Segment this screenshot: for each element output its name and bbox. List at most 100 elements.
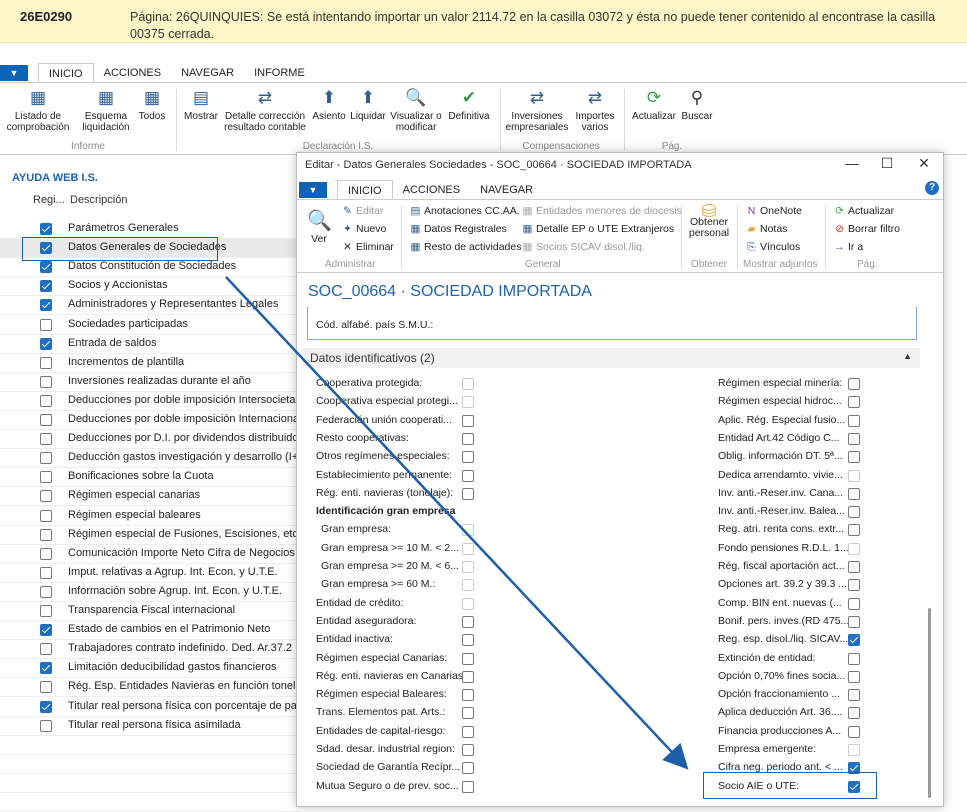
- row-checkbox[interactable]: [40, 299, 52, 312]
- field-checkbox[interactable]: [848, 615, 860, 628]
- field-checkbox[interactable]: [462, 451, 474, 464]
- row-checkbox[interactable]: [40, 662, 52, 675]
- mostrar-button[interactable]: ▤ Mostrar: [182, 87, 220, 122]
- list-item[interactable]: Deducciones por D.I. por dividendos dist…: [0, 430, 304, 450]
- field-checkbox[interactable]: [848, 378, 860, 390]
- editar-button[interactable]: ✎ Editar: [341, 205, 383, 217]
- field-checkbox[interactable]: [848, 487, 860, 500]
- list-item[interactable]: Bonificaciones sobre la Cuota: [0, 468, 300, 488]
- scrollbar-thumb[interactable]: [928, 608, 931, 798]
- row-checkbox[interactable]: [40, 585, 52, 598]
- row-checkbox[interactable]: [40, 681, 52, 694]
- ver-button[interactable]: 🔍 Ver: [307, 208, 332, 245]
- list-item[interactable]: Rég. Esp. Entidades Navieras en función …: [0, 678, 310, 698]
- field-checkbox[interactable]: [848, 432, 860, 445]
- anotaciones-button[interactable]: ▤ Anotaciones CC.AA.: [409, 205, 520, 217]
- minimize-icon[interactable]: —: [842, 155, 862, 171]
- vinculos-button[interactable]: ⎘ Vínculos: [745, 241, 800, 254]
- maximize-icon[interactable]: ☐: [877, 155, 897, 172]
- field-checkbox[interactable]: [462, 579, 474, 592]
- row-checkbox[interactable]: [40, 223, 52, 235]
- datos-registrales-button[interactable]: ▦ Datos Registrales: [409, 223, 507, 235]
- row-checkbox[interactable]: [40, 490, 52, 503]
- col-header-reg[interactable]: Regi...: [33, 194, 65, 206]
- field-checkbox[interactable]: [848, 597, 860, 610]
- field-checkbox[interactable]: [848, 506, 860, 519]
- list-item[interactable]: Trabajadores contrato indefinido. Ded. A…: [0, 640, 312, 660]
- field-checkbox[interactable]: [848, 707, 860, 720]
- borrar-filtro-button[interactable]: ⊘ Borrar filtro: [833, 223, 900, 235]
- row-checkbox[interactable]: [40, 394, 52, 407]
- field-checkbox[interactable]: [462, 487, 474, 500]
- row-checkbox[interactable]: [40, 700, 52, 713]
- section-datos-identificativos[interactable]: Datos identificativos (2) ▲: [302, 348, 920, 368]
- field-checkbox[interactable]: [462, 762, 474, 775]
- notas-button[interactable]: ▰ Notas: [745, 223, 787, 235]
- row-checkbox[interactable]: [40, 528, 52, 541]
- row-checkbox[interactable]: [40, 605, 52, 617]
- dialog-tab-inicio[interactable]: INICIO: [337, 180, 393, 200]
- list-item[interactable]: Limitación deducibilidad gastos financie…: [0, 659, 300, 679]
- collapse-caret-icon[interactable]: ▲: [903, 351, 912, 361]
- row-checkbox[interactable]: [40, 337, 52, 350]
- list-item[interactable]: Datos Constitución de Sociedades: [0, 258, 300, 278]
- field-checkbox[interactable]: [848, 396, 860, 409]
- list-item[interactable]: Deducción gastos investigación y desarro…: [0, 449, 310, 469]
- row-checkbox[interactable]: [40, 624, 52, 637]
- asiento-button[interactable]: ⬆ Asiento: [310, 87, 348, 122]
- row-checkbox[interactable]: [40, 643, 52, 656]
- detalle-correccion-button[interactable]: ⇄ Detalle corrección resultado contable: [222, 87, 308, 133]
- field-checkbox[interactable]: [462, 615, 474, 628]
- resto-actividades-button[interactable]: ▦ Resto de actividades: [409, 241, 522, 253]
- list-item[interactable]: Imput. relativas a Agrup. Int. Econ. y U…: [0, 564, 300, 583]
- field-checkbox[interactable]: [848, 744, 860, 756]
- detalle-ep-button[interactable]: ▦ Detalle EP o UTE Extranjeros: [521, 223, 675, 235]
- field-checkbox[interactable]: [462, 670, 474, 683]
- close-icon[interactable]: ✕: [914, 155, 934, 172]
- dialog-tab-navegar[interactable]: NAVEGAR: [470, 180, 543, 200]
- list-item[interactable]: Titular real persona física con porcenta…: [0, 698, 320, 717]
- field-checkbox[interactable]: [848, 689, 860, 702]
- listado-comprobacion-button[interactable]: ▦ Listado de comprobación: [6, 87, 70, 133]
- list-item[interactable]: Información sobre Agrup. Int. Econ. y U.…: [0, 583, 300, 602]
- list-item[interactable]: Administradores y Representantes Legales: [0, 296, 300, 316]
- row-checkbox[interactable]: [40, 471, 52, 484]
- field-checkbox[interactable]: [848, 542, 860, 555]
- row-checkbox[interactable]: [40, 414, 52, 426]
- field-checkbox[interactable]: [848, 469, 860, 482]
- row-checkbox[interactable]: [40, 452, 52, 465]
- list-item[interactable]: Entrada de saldos: [0, 335, 300, 354]
- list-item[interactable]: Transparencia Fiscal internacional: [0, 602, 300, 621]
- row-checkbox[interactable]: [40, 375, 52, 388]
- field-checkbox[interactable]: [462, 561, 474, 573]
- row-checkbox[interactable]: [40, 566, 52, 579]
- field-checkbox[interactable]: [462, 378, 474, 390]
- dialog-ribbon-collapse-button[interactable]: ▼: [299, 182, 327, 198]
- list-item[interactable]: Incrementos de plantilla: [0, 354, 300, 373]
- field-checkbox[interactable]: [462, 469, 474, 482]
- field-checkbox[interactable]: [462, 707, 474, 720]
- field-checkbox[interactable]: [462, 432, 474, 445]
- todos-button[interactable]: ▦ Todos: [136, 87, 168, 122]
- field-checkbox[interactable]: [462, 396, 474, 409]
- tab-navegar[interactable]: NAVEGAR: [171, 63, 244, 83]
- field-checkbox[interactable]: [462, 414, 474, 427]
- row-checkbox[interactable]: [40, 280, 52, 293]
- definitiva-button[interactable]: ✔ Definitiva: [444, 87, 494, 122]
- list-item[interactable]: Socios y Accionistas: [0, 277, 300, 297]
- eliminar-button[interactable]: ✕ Eliminar: [341, 241, 394, 253]
- list-item[interactable]: Estado de cambios en el Patrimonio Neto: [0, 621, 300, 641]
- field-checkbox[interactable]: [848, 725, 860, 738]
- row-checkbox[interactable]: [40, 547, 52, 560]
- list-item[interactable]: Inversiones realizadas durante el año: [0, 373, 300, 392]
- list-item[interactable]: Régimen especial baleares: [0, 507, 300, 526]
- field-checkbox[interactable]: [848, 670, 860, 683]
- field-checkbox[interactable]: [462, 597, 474, 610]
- actualizar-button[interactable]: ⟳ Actualizar: [630, 87, 678, 122]
- esquema-liquidacion-button[interactable]: ▦ Esquema liquidación: [78, 87, 134, 133]
- field-checkbox[interactable]: [848, 561, 860, 573]
- field-checkbox[interactable]: [462, 689, 474, 702]
- field-checkbox[interactable]: [462, 524, 474, 537]
- row-checkbox[interactable]: [40, 719, 52, 732]
- dialog-actualizar-button[interactable]: ⟳ Actualizar: [833, 205, 894, 217]
